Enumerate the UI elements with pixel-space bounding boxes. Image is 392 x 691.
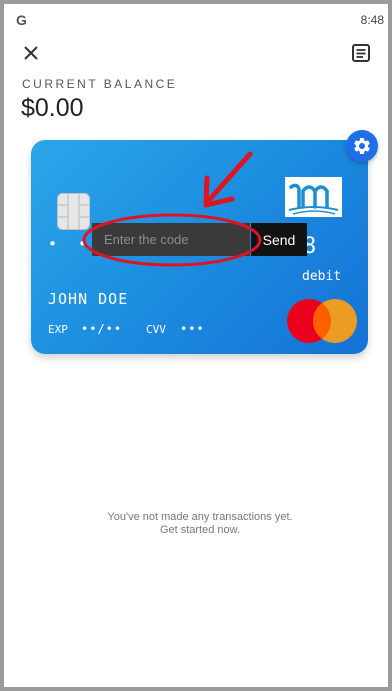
card-exp-value: ••/••	[81, 322, 123, 336]
screen-frame: G 8:48 CURRENT BALANCE $0.00 • • • 8 deb…	[0, 0, 392, 691]
code-input[interactable]	[92, 223, 250, 256]
current-balance-label: CURRENT BALANCE	[22, 77, 178, 91]
status-bar: G 8:48	[8, 8, 388, 32]
mastercard-logo-icon	[285, 298, 359, 344]
send-button[interactable]: Send	[251, 223, 307, 256]
close-icon	[24, 46, 38, 60]
card-type-label: debit	[302, 269, 342, 284]
status-time: 8:48	[360, 13, 384, 27]
receipt-list-icon	[352, 44, 370, 62]
card-exp-label: EXP	[48, 323, 68, 336]
close-button[interactable]	[18, 40, 44, 66]
empty-state-cta: Get started now.	[159, 524, 241, 536]
card-settings-button[interactable]	[346, 130, 378, 162]
empty-state-message: You've not made any transactions yet.	[107, 511, 293, 523]
bank-brand-logo	[285, 177, 342, 217]
current-balance-value: $0.00	[21, 94, 84, 122]
card-holder-name: JOHN DOE	[48, 290, 129, 308]
card-cvv-label: CVV	[146, 323, 166, 336]
google-g-icon: G	[16, 12, 27, 28]
card-chip-icon	[57, 193, 90, 230]
gear-icon	[354, 137, 370, 154]
transactions-menu-button[interactable]	[348, 40, 374, 66]
card-cvv-value: •••	[180, 322, 205, 336]
